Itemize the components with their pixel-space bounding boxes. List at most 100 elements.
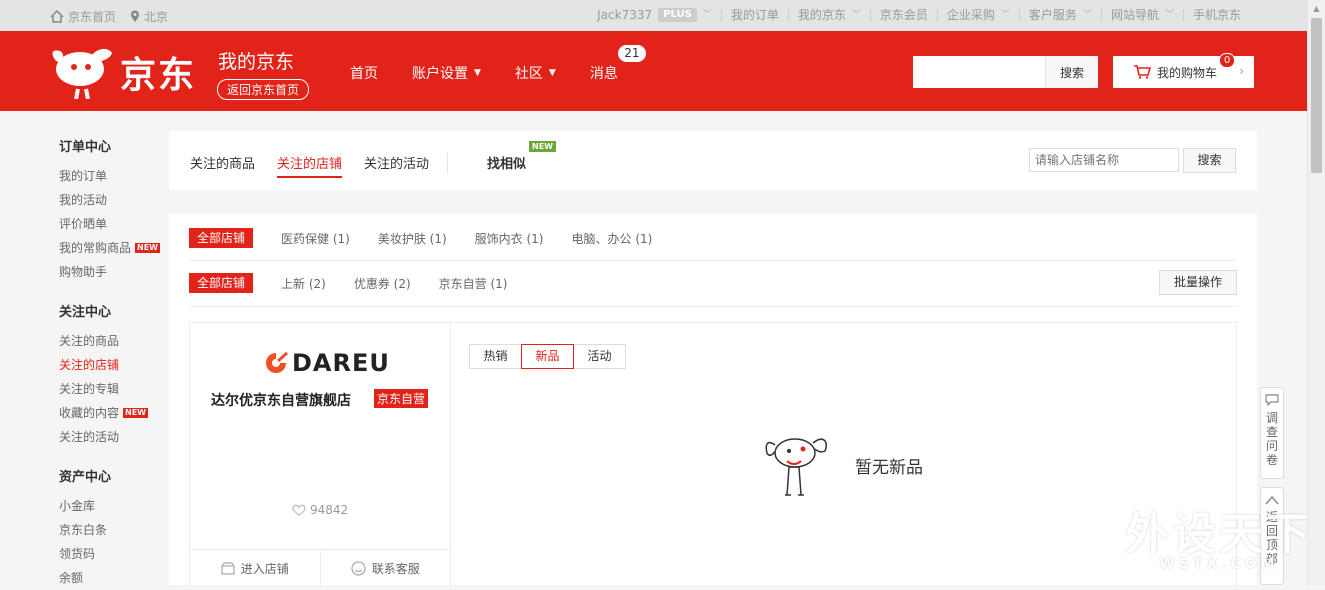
cart-button[interactable]: 我的购物车 0 › [1113,53,1254,88]
topbar-link-label: 企业采购 [946,8,995,22]
follow-count-value: 94842 [310,503,349,517]
back-home-button[interactable]: 返回京东首页 [217,79,310,100]
sidebar-item-label: 余额 [59,571,84,585]
sidebar-item[interactable]: 购物助手 [59,260,169,284]
nav-messages[interactable]: 消息 21 [589,45,646,83]
sidebar-item-label: 我的活动 [59,193,108,207]
header-search-input[interactable] [913,56,1045,88]
store-subtab[interactable]: 活动 [573,344,626,369]
nav-community[interactable]: 社区 ▼ [515,63,556,83]
tab-find-similar[interactable]: 找相似 [487,153,526,172]
store-subtabs: 热销 新品 活动 [469,344,626,369]
sidebar-item[interactable]: 关注的商品 [59,329,169,353]
caret-down-icon: ▼ [474,68,481,78]
sidebar-item[interactable]: 小金库 [59,494,169,518]
chevron-down-icon: ﹀ [1082,10,1092,20]
sidebar-item[interactable]: 领货码 [59,542,169,566]
sidebar-item[interactable]: 评价晒单 [59,212,169,236]
location-label: 北京 [144,10,169,24]
topbar-link-enterprise[interactable]: 企业采购 ﹀ [936,8,1019,22]
sidebar-item-label: 小金库 [59,499,96,513]
header-nav: 首页 账户设置 ▼ 社区 ▼ 消息 21 [350,45,646,83]
filter-option[interactable]: 美妆护肤 (1) [378,230,447,247]
follow-tabs-card: 关注的商品关注的店铺关注的活动 找相似 NEW 搜索 [169,131,1257,190]
store-info: DAREU 达尔优京东自营旗舰店 京东自营 94842 进入店铺 联系客服 [190,323,451,587]
followed-stores-panel: 全部店铺 医药保健 (1) 美妆护肤 (1) 服饰内衣 (1) 电脑、办公 (1) 全部… [169,214,1257,587]
tab-follow[interactable]: 关注的店铺 [277,153,343,178]
location-selector[interactable]: 北京 [130,8,168,25]
dareu-logo-icon [266,352,288,373]
topbar-link-service[interactable]: 客户服务 ﹀ [1018,8,1101,22]
nav-label: 账户设置 [412,66,468,82]
new-badge: NEW [135,243,160,253]
empty-state: 暂无新品 [763,431,923,499]
tab-follow[interactable]: 关注的商品 [190,153,255,178]
topbar-link-mobile[interactable]: 手机京东 [1182,9,1250,21]
topbar-link-orders[interactable]: 我的订单 [720,9,788,21]
sidebar-item[interactable]: 关注的店铺 [59,353,169,377]
store-subtab[interactable]: 热销 [469,344,522,369]
scrollbar-thumb[interactable] [1311,18,1322,173]
topbar-link-label: 我的京东 [797,8,846,22]
jd-logo[interactable]: 京东 [50,45,196,99]
filter-option[interactable]: 医药保健 (1) [281,230,350,247]
sidebar-item[interactable]: 关注的专辑 [59,377,169,401]
top-utility-bar: 京东首页 北京 Jack7337 PLUS ﹀ 我的订单 我的京东 ﹀ 京东会员 … [0,0,1308,31]
sidebar-group-title: 资产中心 [59,470,112,485]
heart-icon [292,504,306,516]
store-logo[interactable]: DAREU [264,349,390,377]
filter-option[interactable]: 电脑、办公 (1) [572,230,653,247]
sidebar-item[interactable]: 我的订单 [59,164,169,188]
header-search: 搜索 [913,56,1098,88]
follow-count[interactable]: 94842 [292,503,348,517]
shop-search-input[interactable] [1029,148,1179,172]
home-link[interactable]: 京东首页 [50,8,116,25]
home-icon [50,10,64,23]
sidebar-item[interactable]: 我的活动 [59,188,169,212]
sidebar-item[interactable]: 收藏的内容 NEW [59,401,169,425]
nav-home[interactable]: 首页 [350,63,378,83]
filter-option[interactable]: 京东自营 (1) [439,275,508,292]
sidebar-item[interactable]: 我的常购商品 NEW [59,236,169,260]
nav-label: 消息 [589,66,618,82]
brand-name: DAREU [292,349,390,377]
topbar-link-member[interactable]: 京东会员 [869,9,937,21]
chevron-down-icon: ﹀ [851,10,861,20]
enter-store-button[interactable]: 进入店铺 [190,550,321,587]
site-watermark: 外设天下 WSTX.COM [1125,498,1313,572]
caret-down-icon: ▼ [548,68,556,78]
filter-option[interactable]: 全部店铺 [189,228,254,248]
header-search-button[interactable]: 搜索 [1045,56,1098,88]
jd-dog-empty-icon [765,438,827,496]
sidebar-item[interactable]: 京东白条 [59,518,169,542]
watermark-main: 外设天下 [1125,509,1313,560]
page-scrollbar[interactable]: ▲ [1307,0,1325,585]
contact-service-button[interactable]: 联系客服 [321,550,451,587]
filter-option[interactable]: 服饰内衣 (1) [475,230,544,247]
topbar-link-sitenav[interactable]: 网站导航 ﹀ [1100,9,1183,21]
contact-service-label: 联系客服 [371,562,420,576]
scroll-up-arrow-icon[interactable]: ▲ [1308,0,1325,17]
filter-option[interactable]: 优惠券 (2) [354,275,411,292]
sidebar-item-label: 关注的专辑 [59,382,120,396]
sidebar-item[interactable]: 余额 [59,566,169,590]
tab-follow[interactable]: 关注的活动 [364,153,429,178]
topbar-link-label: 客户服务 [1028,8,1077,22]
nav-account-settings[interactable]: 账户设置 ▼ [412,63,481,83]
sidebar-item[interactable]: 关注的活动 [59,425,169,449]
sidebar: 订单中心 我的订单 我的活动 评价晒单 我的常购商品 NEW 购物助手 关注中心 关注的商品 关注… [59,136,169,590]
username: Jack7337 [597,8,653,22]
user-menu[interactable]: Jack7337 PLUS ﹀ [588,8,721,22]
shop-search-button[interactable]: 搜索 [1183,148,1236,173]
survey-button[interactable]: 调查问卷 [1260,387,1284,479]
cart-count-badge: 0 [1219,53,1236,68]
filter-option[interactable]: 全部店铺 [189,273,254,293]
filter-option[interactable]: 上新 (2) [281,275,326,292]
store-subtab[interactable]: 新品 [521,344,574,369]
sidebar-item-label: 关注的店铺 [59,358,120,372]
follow-tabs: 关注的商品 关注的店铺 关注的活动 [190,153,429,178]
store-name[interactable]: 达尔优京东自营旗舰店 [211,390,351,410]
batch-operation-button[interactable]: 批量操作 [1159,270,1237,295]
topbar-link-myjd[interactable]: 我的京东 ﹀ [787,8,870,22]
